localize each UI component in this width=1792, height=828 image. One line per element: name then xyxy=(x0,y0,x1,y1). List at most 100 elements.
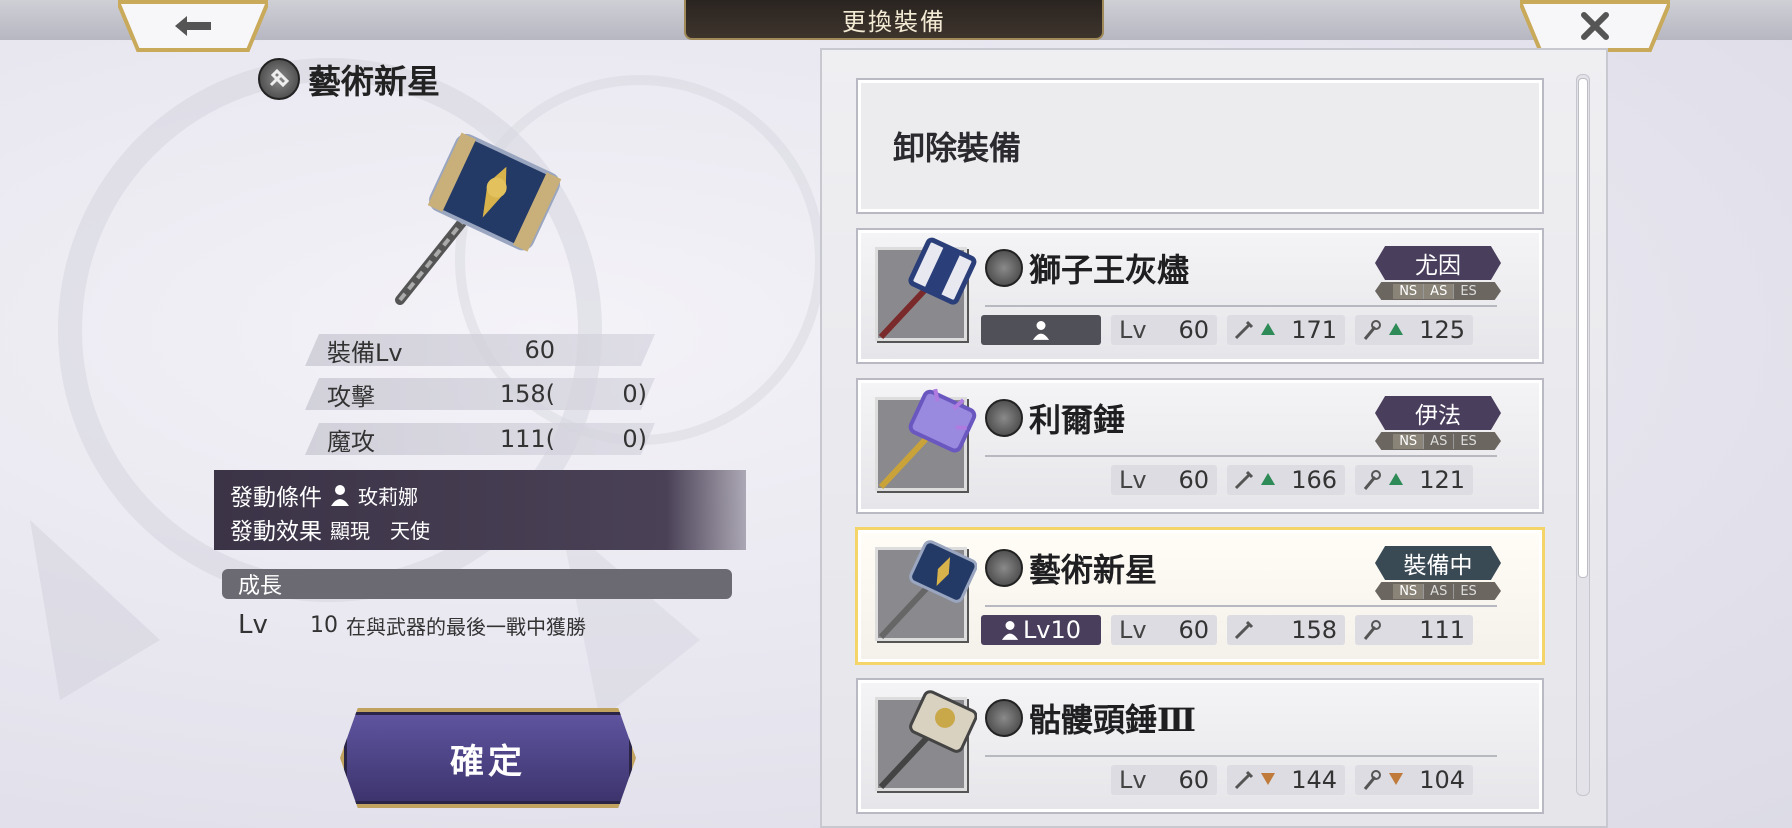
close-icon xyxy=(1581,12,1609,40)
weapon-name: 藝術新星 xyxy=(1029,551,1158,589)
level-label: Lv xyxy=(1119,316,1147,344)
effect-label: 發動效果 xyxy=(230,519,322,545)
attack-value: 171 xyxy=(1291,316,1337,344)
attack-value: 158 xyxy=(1291,616,1337,644)
magic-value: 125 xyxy=(1419,316,1465,344)
condition-value: 玫莉娜 xyxy=(358,484,418,509)
stat-row-attack: 攻擊 158( 0) xyxy=(305,378,655,410)
back-button[interactable] xyxy=(118,0,268,52)
level-box: Lv 60 xyxy=(1111,615,1217,645)
ns-as-es-indicator: NS AS ES xyxy=(1375,282,1501,300)
hammer-type-icon xyxy=(985,249,1023,287)
attack-value: 144 xyxy=(1291,766,1337,794)
equipment-card[interactable]: 骷髏頭錘Ⅲ Lv 60 144 104 xyxy=(856,678,1544,814)
stat-value: 158( xyxy=(499,380,555,408)
magic-box: 121 xyxy=(1355,465,1473,495)
level-label: Lv xyxy=(1119,466,1147,494)
equipment-card-equipped[interactable]: 藝術新星 裝備中 NS AS ES Lv10 Lv 60 158 111 xyxy=(855,527,1545,665)
magic-box: 104 xyxy=(1355,765,1473,795)
hammer-weapon-icon xyxy=(878,237,977,340)
weapon-name: 獅子王灰燼 xyxy=(1029,251,1190,289)
ns-label: NS xyxy=(1393,433,1424,449)
divider xyxy=(985,455,1497,457)
level-value: 60 xyxy=(1178,466,1209,494)
ns-as-es-indicator: NS AS ES xyxy=(1375,582,1501,600)
staff-icon xyxy=(1363,470,1381,490)
owner-box: Lv10 xyxy=(981,615,1101,645)
level-value: 60 xyxy=(1178,616,1209,644)
stat-bonus: 0) xyxy=(622,425,647,453)
decrease-arrow-icon xyxy=(1261,773,1275,785)
weapon-name: 骷髏頭錘Ⅲ xyxy=(1029,701,1196,739)
close-button[interactable] xyxy=(1520,0,1670,52)
person-icon xyxy=(1032,321,1050,340)
character-tag: 伊法 xyxy=(1375,396,1501,430)
increase-arrow-icon xyxy=(1261,473,1275,485)
growth-row: Lv 10 在與武器的最後一戰中獲勝 xyxy=(238,610,586,640)
owner-level: Lv10 xyxy=(1022,616,1082,644)
equipped-tag: 裝備中 xyxy=(1375,546,1501,580)
attack-box: 171 xyxy=(1227,315,1345,345)
hammer-type-icon xyxy=(985,399,1023,437)
unequip-button[interactable]: 卸除裝備 xyxy=(856,78,1544,214)
magic-box: 125 xyxy=(1355,315,1473,345)
condition-label: 發動條件 xyxy=(230,485,322,511)
magic-box: 111 xyxy=(1355,615,1473,645)
ns-label: NS xyxy=(1393,583,1424,599)
attack-value: 166 xyxy=(1291,466,1337,494)
attack-box: 144 xyxy=(1227,765,1345,795)
selected-weapon-title: 藝術新星 xyxy=(258,55,440,103)
stat-bonus: 0) xyxy=(622,380,647,408)
hammer-weapon-icon xyxy=(395,132,562,305)
level-label: Lv xyxy=(1119,766,1147,794)
sword-icon xyxy=(1234,470,1254,490)
divider xyxy=(985,605,1497,607)
activation-box: 發動條件 玫莉娜 發動效果 顯現 天使 xyxy=(214,470,746,550)
stat-value: 60 xyxy=(524,336,555,364)
increase-arrow-icon xyxy=(1389,473,1403,485)
ns-as-es-indicator: NS AS ES xyxy=(1375,432,1501,450)
increase-arrow-icon xyxy=(1261,323,1275,335)
magic-value: 121 xyxy=(1419,466,1465,494)
growth-header: 成長 xyxy=(222,569,732,599)
as-label: AS xyxy=(1423,433,1453,449)
equipment-card[interactable]: 利爾錘 伊法 NS AS ES Lv 60 166 121 xyxy=(856,378,1544,514)
equipment-card[interactable]: 獅子王灰燼 尤因 NS AS ES Lv 60 171 125 xyxy=(856,228,1544,364)
es-label: ES xyxy=(1453,583,1482,599)
stat-label: 魔攻 xyxy=(327,427,375,456)
level-label: Lv xyxy=(1119,616,1147,644)
stat-row-equip-level: 裝備Lv 60 xyxy=(305,334,655,366)
scrollbar-thumb[interactable] xyxy=(1578,78,1588,578)
person-icon xyxy=(1001,621,1019,640)
sword-icon xyxy=(1234,770,1254,790)
hammer-weapon-icon xyxy=(878,388,977,490)
hammer-weapon-icon xyxy=(878,690,977,790)
sword-icon xyxy=(1234,620,1254,640)
magic-value: 111 xyxy=(1419,616,1465,644)
growth-lv-value: 10 xyxy=(310,612,338,638)
es-label: ES xyxy=(1453,433,1482,449)
staff-icon xyxy=(1363,620,1381,640)
ns-label: NS xyxy=(1393,283,1424,299)
decrease-arrow-icon xyxy=(1389,773,1403,785)
as-label: AS xyxy=(1423,283,1454,299)
owner-box xyxy=(981,315,1101,345)
staff-icon xyxy=(1363,320,1381,340)
stat-row-magic-attack: 魔攻 111( 0) xyxy=(305,423,655,455)
level-box: Lv 60 xyxy=(1111,465,1217,495)
staff-icon xyxy=(1363,770,1381,790)
confirm-button[interactable]: 確定 xyxy=(340,708,636,808)
divider xyxy=(985,305,1497,307)
arrow-left-icon xyxy=(175,16,211,36)
weapon-name-row: 獅子王灰燼 xyxy=(985,245,1189,291)
growth-lv-label: Lv xyxy=(238,610,268,640)
weapon-name-row: 藝術新星 xyxy=(985,545,1157,591)
weapon-name-row: 利爾錘 xyxy=(985,395,1125,441)
es-label: ES xyxy=(1453,283,1482,299)
weapon-name: 利爾錘 xyxy=(1029,401,1126,439)
stat-label: 攻擊 xyxy=(327,382,375,411)
stat-label: 裝備Lv xyxy=(327,338,403,367)
hammer-type-icon xyxy=(258,58,300,100)
level-box: Lv 60 xyxy=(1111,765,1217,795)
attack-box: 158 xyxy=(1227,615,1345,645)
